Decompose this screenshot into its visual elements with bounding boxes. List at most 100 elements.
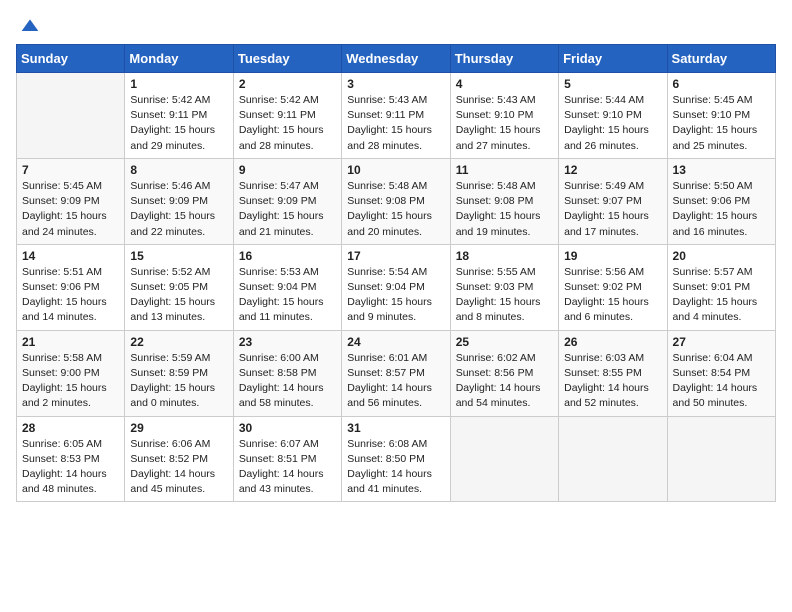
day-info: Sunrise: 5:57 AM Sunset: 9:01 PM Dayligh… bbox=[673, 265, 770, 326]
day-number: 10 bbox=[347, 163, 444, 177]
calendar-cell: 17 Sunrise: 5:54 AM Sunset: 9:04 PM Dayli… bbox=[342, 244, 450, 330]
calendar-cell: 14Sunrise: 5:51 AM Sunset: 9:06 PM Dayli… bbox=[17, 244, 125, 330]
day-number: 12 bbox=[564, 163, 661, 177]
day-info: Sunrise: 5:58 AM Sunset: 9:00 PM Dayligh… bbox=[22, 351, 119, 412]
day-number: 29 bbox=[130, 421, 227, 435]
day-info: Sunrise: 6:04 AM Sunset: 8:54 PM Dayligh… bbox=[673, 351, 770, 412]
calendar-cell bbox=[450, 416, 558, 502]
logo bbox=[16, 16, 40, 36]
calendar-cell: 8 Sunrise: 5:46 AM Sunset: 9:09 PM Daylig… bbox=[125, 158, 233, 244]
day-number: 19 bbox=[564, 249, 661, 263]
calendar-cell: 23 Sunrise: 6:00 AM Sunset: 8:58 PM Dayli… bbox=[233, 330, 341, 416]
calendar-cell: 1 Sunrise: 5:42 AM Sunset: 9:11 PM Daylig… bbox=[125, 73, 233, 159]
day-number: 5 bbox=[564, 77, 661, 91]
day-number: 15 bbox=[130, 249, 227, 263]
weekday-header-thursday: Thursday bbox=[450, 45, 558, 73]
day-info: Sunrise: 6:05 AM Sunset: 8:53 PM Dayligh… bbox=[22, 437, 119, 498]
calendar-cell bbox=[17, 73, 125, 159]
day-number: 4 bbox=[456, 77, 553, 91]
day-number: 18 bbox=[456, 249, 553, 263]
day-info: Sunrise: 5:48 AM Sunset: 9:08 PM Dayligh… bbox=[347, 179, 444, 240]
day-number: 9 bbox=[239, 163, 336, 177]
day-info: Sunrise: 5:42 AM Sunset: 9:11 PM Dayligh… bbox=[239, 93, 336, 154]
day-number: 1 bbox=[130, 77, 227, 91]
calendar-cell: 25 Sunrise: 6:02 AM Sunset: 8:56 PM Dayli… bbox=[450, 330, 558, 416]
day-info: Sunrise: 5:42 AM Sunset: 9:11 PM Dayligh… bbox=[130, 93, 227, 154]
day-number: 23 bbox=[239, 335, 336, 349]
day-info: Sunrise: 6:01 AM Sunset: 8:57 PM Dayligh… bbox=[347, 351, 444, 412]
day-number: 13 bbox=[673, 163, 770, 177]
day-info: Sunrise: 5:50 AM Sunset: 9:06 PM Dayligh… bbox=[673, 179, 770, 240]
day-info: Sunrise: 5:59 AM Sunset: 8:59 PM Dayligh… bbox=[130, 351, 227, 412]
day-info: Sunrise: 5:43 AM Sunset: 9:11 PM Dayligh… bbox=[347, 93, 444, 154]
day-info: Sunrise: 6:07 AM Sunset: 8:51 PM Dayligh… bbox=[239, 437, 336, 498]
day-number: 30 bbox=[239, 421, 336, 435]
calendar-cell: 13 Sunrise: 5:50 AM Sunset: 9:06 PM Dayli… bbox=[667, 158, 775, 244]
day-info: Sunrise: 6:08 AM Sunset: 8:50 PM Dayligh… bbox=[347, 437, 444, 498]
calendar-cell bbox=[667, 416, 775, 502]
day-number: 7 bbox=[22, 163, 119, 177]
day-number: 3 bbox=[347, 77, 444, 91]
weekday-header-wednesday: Wednesday bbox=[342, 45, 450, 73]
day-info: Sunrise: 5:52 AM Sunset: 9:05 PM Dayligh… bbox=[130, 265, 227, 326]
day-number: 6 bbox=[673, 77, 770, 91]
day-info: Sunrise: 5:45 AM Sunset: 9:09 PM Dayligh… bbox=[22, 179, 119, 240]
week-row-2: 7 Sunrise: 5:45 AM Sunset: 9:09 PM Daylig… bbox=[17, 158, 776, 244]
day-info: Sunrise: 5:56 AM Sunset: 9:02 PM Dayligh… bbox=[564, 265, 661, 326]
calendar-cell: 27 Sunrise: 6:04 AM Sunset: 8:54 PM Dayli… bbox=[667, 330, 775, 416]
calendar-cell: 29 Sunrise: 6:06 AM Sunset: 8:52 PM Dayli… bbox=[125, 416, 233, 502]
week-row-5: 28 Sunrise: 6:05 AM Sunset: 8:53 PM Dayli… bbox=[17, 416, 776, 502]
day-number: 27 bbox=[673, 335, 770, 349]
day-info: Sunrise: 6:00 AM Sunset: 8:58 PM Dayligh… bbox=[239, 351, 336, 412]
day-info: Sunrise: 5:46 AM Sunset: 9:09 PM Dayligh… bbox=[130, 179, 227, 240]
calendar-cell: 30 Sunrise: 6:07 AM Sunset: 8:51 PM Dayli… bbox=[233, 416, 341, 502]
weekday-header-row: SundayMondayTuesdayWednesdayThursdayFrid… bbox=[17, 45, 776, 73]
day-info: Sunrise: 5:48 AM Sunset: 9:08 PM Dayligh… bbox=[456, 179, 553, 240]
calendar-cell: 21Sunrise: 5:58 AM Sunset: 9:00 PM Dayli… bbox=[17, 330, 125, 416]
weekday-header-tuesday: Tuesday bbox=[233, 45, 341, 73]
calendar-cell: 12Sunrise: 5:49 AM Sunset: 9:07 PM Dayli… bbox=[559, 158, 667, 244]
day-number: 20 bbox=[673, 249, 770, 263]
calendar-cell: 6 Sunrise: 5:45 AM Sunset: 9:10 PM Daylig… bbox=[667, 73, 775, 159]
calendar-cell: 22Sunrise: 5:59 AM Sunset: 8:59 PM Dayli… bbox=[125, 330, 233, 416]
day-number: 14 bbox=[22, 249, 119, 263]
calendar-cell: 26 Sunrise: 6:03 AM Sunset: 8:55 PM Dayli… bbox=[559, 330, 667, 416]
week-row-4: 21Sunrise: 5:58 AM Sunset: 9:00 PM Dayli… bbox=[17, 330, 776, 416]
day-info: Sunrise: 5:53 AM Sunset: 9:04 PM Dayligh… bbox=[239, 265, 336, 326]
calendar-cell: 24 Sunrise: 6:01 AM Sunset: 8:57 PM Dayli… bbox=[342, 330, 450, 416]
calendar-cell: 18 Sunrise: 5:55 AM Sunset: 9:03 PM Dayli… bbox=[450, 244, 558, 330]
day-number: 8 bbox=[130, 163, 227, 177]
day-number: 11 bbox=[456, 163, 553, 177]
calendar-cell: 19 Sunrise: 5:56 AM Sunset: 9:02 PM Dayli… bbox=[559, 244, 667, 330]
day-number: 24 bbox=[347, 335, 444, 349]
day-info: Sunrise: 5:45 AM Sunset: 9:10 PM Dayligh… bbox=[673, 93, 770, 154]
calendar-cell: 7 Sunrise: 5:45 AM Sunset: 9:09 PM Daylig… bbox=[17, 158, 125, 244]
day-number: 17 bbox=[347, 249, 444, 263]
day-number: 16 bbox=[239, 249, 336, 263]
day-number: 28 bbox=[22, 421, 119, 435]
page-header bbox=[16, 16, 776, 36]
day-info: Sunrise: 5:43 AM Sunset: 9:10 PM Dayligh… bbox=[456, 93, 553, 154]
week-row-1: 1 Sunrise: 5:42 AM Sunset: 9:11 PM Daylig… bbox=[17, 73, 776, 159]
day-number: 25 bbox=[456, 335, 553, 349]
calendar-cell: 2 Sunrise: 5:42 AM Sunset: 9:11 PM Daylig… bbox=[233, 73, 341, 159]
day-info: Sunrise: 5:55 AM Sunset: 9:03 PM Dayligh… bbox=[456, 265, 553, 326]
day-info: Sunrise: 5:47 AM Sunset: 9:09 PM Dayligh… bbox=[239, 179, 336, 240]
day-number: 26 bbox=[564, 335, 661, 349]
day-number: 2 bbox=[239, 77, 336, 91]
day-info: Sunrise: 6:02 AM Sunset: 8:56 PM Dayligh… bbox=[456, 351, 553, 412]
day-info: Sunrise: 5:54 AM Sunset: 9:04 PM Dayligh… bbox=[347, 265, 444, 326]
calendar-cell bbox=[559, 416, 667, 502]
day-info: Sunrise: 6:03 AM Sunset: 8:55 PM Dayligh… bbox=[564, 351, 661, 412]
calendar-cell: 5 Sunrise: 5:44 AM Sunset: 9:10 PM Daylig… bbox=[559, 73, 667, 159]
calendar-cell: 3 Sunrise: 5:43 AM Sunset: 9:11 PM Daylig… bbox=[342, 73, 450, 159]
calendar-cell: 4 Sunrise: 5:43 AM Sunset: 9:10 PM Daylig… bbox=[450, 73, 558, 159]
calendar-cell: 16 Sunrise: 5:53 AM Sunset: 9:04 PM Dayli… bbox=[233, 244, 341, 330]
day-info: Sunrise: 5:44 AM Sunset: 9:10 PM Dayligh… bbox=[564, 93, 661, 154]
day-info: Sunrise: 6:06 AM Sunset: 8:52 PM Dayligh… bbox=[130, 437, 227, 498]
weekday-header-sunday: Sunday bbox=[17, 45, 125, 73]
calendar-cell: 31Sunrise: 6:08 AM Sunset: 8:50 PM Dayli… bbox=[342, 416, 450, 502]
logo-icon bbox=[20, 16, 40, 36]
weekday-header-friday: Friday bbox=[559, 45, 667, 73]
calendar-cell: 20 Sunrise: 5:57 AM Sunset: 9:01 PM Dayli… bbox=[667, 244, 775, 330]
